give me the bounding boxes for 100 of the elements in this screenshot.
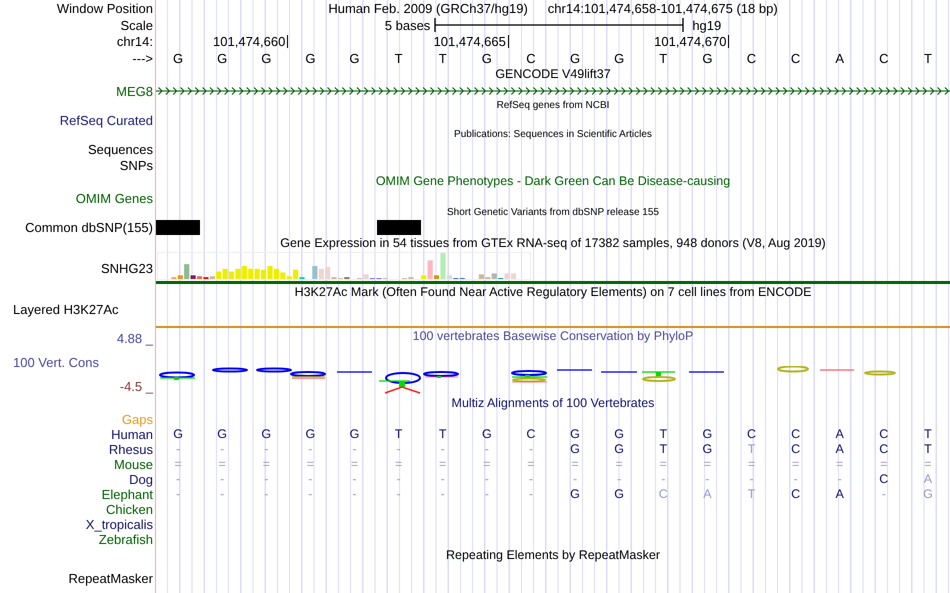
- alignment-base: A: [922, 473, 934, 486]
- position-text: chr14:101,474,658-101,474,675 (18 bp): [548, 2, 778, 15]
- alignment-base: G: [702, 428, 714, 441]
- alignment-base: C: [658, 488, 669, 501]
- alignment-base: =: [835, 458, 844, 471]
- alignment-base: -: [440, 473, 446, 486]
- alignment-base: =: [173, 458, 183, 471]
- track-label: Common dbSNP(155): [25, 220, 153, 234]
- alignment-base: G: [613, 428, 626, 441]
- alignment-base: T: [438, 428, 448, 441]
- alignment-base: =: [746, 458, 756, 471]
- axis-min-label: -4.5 _: [120, 379, 153, 394]
- alignment-base: -: [174, 473, 182, 486]
- alignment-base: G: [260, 428, 272, 441]
- alignment-base: -: [660, 473, 666, 486]
- alignment-base: T: [658, 428, 668, 441]
- alignment-base: =: [394, 458, 404, 471]
- alignment-base: =: [438, 458, 448, 471]
- species-label: Gaps: [122, 413, 153, 426]
- alignment-base: -: [704, 473, 710, 486]
- alignment-base: C: [878, 473, 890, 486]
- alignment-base: =: [482, 458, 492, 471]
- track-label: Sequences: [88, 142, 153, 156]
- alignment-base: C: [746, 428, 757, 441]
- alignment-base: =: [658, 458, 668, 471]
- alignment-base: -: [396, 488, 402, 501]
- track-title: H3K27Ac Mark (Often Found Near Active Regulatory Elements) on 7 cell lines from ENCODE: [294, 286, 812, 299]
- base-letter: A: [834, 52, 846, 64]
- alignment-base: -: [484, 488, 490, 501]
- track-label: OMIM Genes: [76, 192, 153, 204]
- track-label: 100 Vert. Cons: [13, 355, 99, 370]
- alignment-base: C: [790, 428, 802, 441]
- alignment-base: T: [746, 488, 756, 501]
- alignment-base: =: [526, 458, 536, 471]
- alignment-base: T: [923, 428, 933, 441]
- coordinate-label: 101,474,670: [508, 35, 730, 48]
- alignment-base: -: [219, 443, 226, 456]
- species-label: Human: [111, 428, 153, 441]
- track-label: RepeatMasker: [68, 572, 153, 585]
- alignment-base: -: [351, 443, 358, 456]
- alignment-base: -: [263, 443, 270, 456]
- alignment-base: G: [613, 443, 626, 456]
- alignment-base: G: [613, 488, 626, 501]
- alignment-base: -: [351, 473, 358, 486]
- track-title: Gene Expression in 54 tissues from GTEx RNA-seq of 17382 samples, 948 donors (V8, Aug 2019): [280, 237, 826, 250]
- alignment-base: =: [262, 458, 271, 471]
- alignment-base: T: [394, 428, 404, 441]
- alignment-base: -: [219, 488, 226, 501]
- alignment-base: C: [525, 428, 536, 441]
- base-letter: G: [172, 52, 184, 64]
- base-letter: G: [216, 52, 228, 64]
- base-letter: T: [658, 52, 668, 64]
- alignment-base: -: [351, 488, 358, 501]
- track-title: RefSeq genes from NCBI: [496, 100, 610, 110]
- alignment-base: =: [306, 458, 316, 471]
- species-label: Zebrafish: [98, 533, 153, 546]
- alignment-base: =: [614, 458, 624, 471]
- track-title: OMIM Gene Phenotypes - Dark Green Can Be Disease-causing: [376, 175, 730, 188]
- alignment-base: G: [172, 428, 184, 441]
- base-letter: G: [701, 52, 714, 64]
- base-letter: G: [348, 52, 361, 64]
- alignment-base: =: [923, 458, 933, 471]
- alignment-base: G: [922, 488, 934, 501]
- alignment-base: -: [836, 473, 843, 486]
- alignment-base: G: [216, 428, 228, 441]
- base-letter: C: [878, 52, 890, 64]
- alignment-base: -: [748, 473, 755, 486]
- alignment-base: A: [834, 488, 845, 501]
- alignment-base: =: [702, 458, 712, 471]
- alignment-base: -: [307, 443, 314, 456]
- alignment-base: -: [307, 473, 314, 486]
- alignment-base: A: [702, 488, 713, 501]
- track-title: GENCODE V49lift37: [495, 68, 611, 81]
- alignment-base: G: [569, 443, 581, 456]
- alignment-base: T: [658, 443, 668, 456]
- axis-max-label: 4.88 _: [116, 332, 153, 344]
- base-letter: G: [613, 52, 626, 64]
- base-letter: T: [394, 52, 404, 64]
- base-letter: C: [525, 52, 537, 64]
- alignment-base: =: [350, 458, 360, 471]
- alignment-base: -: [528, 473, 534, 486]
- alignment-base: -: [440, 488, 446, 501]
- track-label: RefSeq Curated: [60, 114, 153, 126]
- alignment-base: C: [878, 428, 890, 441]
- alignment-base: C: [790, 443, 802, 456]
- alignment-base: -: [174, 488, 182, 501]
- assembly-name: hg19: [692, 18, 722, 32]
- assembly-title: Human Feb. 2009 (GRCh37/hg19): [328, 2, 528, 15]
- row-label: chr14:: [116, 35, 153, 48]
- row-label: Scale: [120, 18, 153, 32]
- species-label: Dog: [129, 473, 153, 486]
- base-letter: G: [260, 52, 272, 64]
- alignment-base: =: [879, 458, 888, 471]
- base-letter: T: [922, 52, 933, 64]
- base-letter: T: [438, 52, 448, 64]
- base-letter: C: [746, 52, 758, 64]
- track-label: SNPs: [120, 158, 153, 172]
- alignment-base: -: [528, 443, 534, 456]
- alignment-base: -: [792, 473, 799, 486]
- alignment-base: -: [440, 443, 446, 456]
